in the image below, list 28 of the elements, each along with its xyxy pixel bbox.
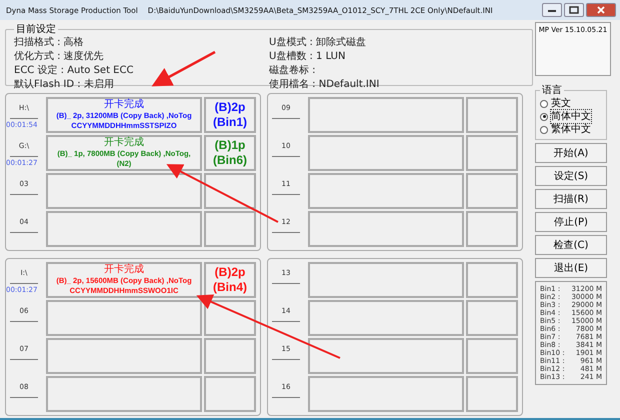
action-button[interactable]: 停止(P)	[535, 212, 607, 232]
setting-text: 使用檔名 : NDefault.INI	[269, 78, 380, 92]
bin-text: (Bin6)	[213, 153, 247, 168]
setting-text: 磁盘卷标 :	[269, 64, 317, 78]
status-text: 开卡完成	[104, 137, 144, 149]
status-text: 开卡完成	[104, 99, 144, 111]
action-button[interactable]: 退出(E)	[535, 258, 607, 278]
action-button[interactable]: 开始(A)	[535, 143, 607, 163]
status-text: 开卡完成	[104, 264, 144, 276]
bin-text: (Bin4)	[213, 280, 247, 295]
action-button[interactable]: 扫描(R)	[535, 189, 607, 209]
setting-text: U盘模式 : 卸除式磁盘	[269, 36, 368, 50]
setting-text: 默认Flash ID : 未启用	[14, 78, 115, 92]
language-radio[interactable]: 英文	[540, 97, 602, 110]
language-radio[interactable]: 繁体中文	[540, 123, 602, 136]
action-button[interactable]: 检查(C)	[535, 235, 607, 255]
bin-text: (B)2p	[214, 265, 246, 280]
action-button[interactable]: 设定(S)	[535, 166, 607, 186]
bin-text: (B)2p	[214, 100, 246, 115]
bin-text: (Bin1)	[213, 115, 247, 130]
group-title: 语言	[541, 84, 563, 97]
setting-text: U盘槽数 : 1 LUN	[269, 50, 346, 64]
setting-text: 优化方式 : 速度优先	[14, 50, 105, 64]
setting-text: 扫描格式 : 高格	[14, 36, 85, 50]
bin-text: (B)1p	[214, 138, 246, 153]
language-radio[interactable]: 简体中文	[540, 110, 602, 123]
setting-text: ECC 设定 : Auto Set ECC	[14, 64, 134, 78]
group-title: 目前设定	[15, 22, 57, 36]
